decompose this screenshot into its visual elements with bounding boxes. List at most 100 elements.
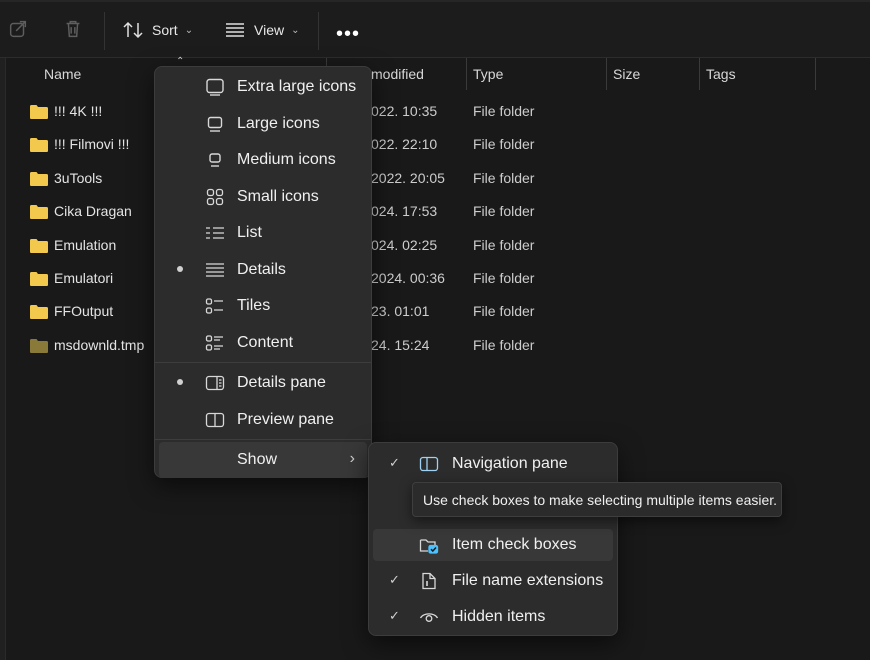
column-header-row: Name modified Type Size Tags (0, 58, 870, 90)
column-divider[interactable] (815, 58, 816, 90)
navigation-pane-icon (419, 455, 439, 473)
menu-item-label: Medium icons (237, 151, 336, 168)
menu-item-large-icons[interactable]: Large icons (159, 106, 367, 142)
menu-separator (155, 362, 371, 363)
submenu-item-file-name-extensions[interactable]: ✓ File name extensions (373, 565, 613, 597)
preview-pane-icon (205, 411, 225, 429)
submenu-item-label: Navigation pane (452, 455, 568, 472)
file-name: Emulatori (54, 270, 114, 286)
file-row[interactable]: Emulation 024. 02:25 File folder (20, 229, 820, 262)
menu-item-list[interactable]: List (159, 215, 367, 251)
file-type: File folder (473, 136, 535, 153)
menu-item-content[interactable]: Content (159, 325, 367, 361)
column-size[interactable]: Size (613, 66, 640, 82)
menu-item-show[interactable]: Show › (159, 442, 367, 478)
large-icons-icon (205, 115, 225, 133)
view-button[interactable]: View ⌄ (224, 14, 299, 46)
menu-item-tiles[interactable]: Tiles (159, 288, 367, 324)
share-icon[interactable] (7, 18, 31, 42)
file-row[interactable]: Emulatori 2024. 00:36 File folder (20, 262, 820, 295)
file-name: 3uTools (54, 169, 103, 186)
toolbar-top-edge (0, 0, 870, 2)
file-row[interactable]: !!! Filmovi !!! 022. 22:10 File folder (20, 128, 820, 161)
checkmark-icon: ✓ (389, 455, 400, 470)
tooltip: Use check boxes to make selecting multip… (412, 482, 782, 517)
menu-item-extra-large-icons[interactable]: Extra large icons (159, 69, 367, 105)
menu-item-label: List (237, 224, 262, 241)
submenu-item-label: File name extensions (452, 572, 604, 589)
submenu-item-navigation-pane[interactable]: ✓ Navigation pane (373, 448, 613, 480)
content-icon (205, 334, 225, 352)
file-name: !!! 4K !!! (54, 103, 103, 119)
column-divider[interactable] (466, 58, 467, 90)
chevron-down-icon: ⌄ (291, 24, 300, 36)
column-date-modified[interactable]: modified (371, 66, 424, 82)
selected-dot-icon (177, 265, 183, 272)
selected-dot-icon (177, 379, 183, 385)
file-date-modified: 23. 01:01 (371, 303, 430, 320)
hidden-items-icon (419, 608, 439, 626)
file-date-modified: 2022. 20:05 (371, 169, 445, 186)
submenu-item-label: Hidden items (452, 608, 546, 625)
file-row[interactable]: msdownld.tmp 24. 15:24 File folder (20, 329, 820, 362)
file-name: msdownld.tmp (54, 336, 145, 353)
sort-icon (123, 21, 143, 39)
details-pane-icon (205, 374, 225, 392)
file-date-modified: 2024. 00:36 (371, 270, 445, 286)
menu-item-details[interactable]: Details (159, 252, 367, 288)
file-row[interactable]: FFOutput 23. 01:01 File folder (20, 295, 820, 328)
folder-icon (30, 138, 48, 153)
column-divider[interactable] (606, 58, 607, 90)
file-row[interactable]: !!! 4K !!! 022. 10:35 File folder (20, 95, 820, 128)
file-type: File folder (473, 336, 535, 353)
file-type: File folder (473, 236, 535, 253)
medium-icons-icon (205, 151, 225, 169)
delete-icon[interactable] (62, 18, 86, 42)
menu-item-label: Tiles (237, 297, 271, 314)
toolbar-separator (104, 12, 105, 50)
chevron-down-icon: ⌄ (184, 24, 194, 36)
menu-item-label: Extra large icons (237, 78, 357, 95)
menu-item-preview-pane[interactable]: Preview pane (159, 402, 367, 438)
file-type: File folder (473, 270, 535, 286)
more-options-button[interactable]: ••• (336, 23, 360, 46)
file-type: File folder (473, 103, 535, 119)
menu-item-details-pane[interactable]: Details pane (159, 365, 367, 401)
folder-icon (30, 305, 48, 320)
file-name: !!! Filmovi !!! (54, 136, 130, 153)
column-name[interactable]: Name (44, 66, 81, 82)
show-submenu: ✓ Navigation pane Item check boxes ✓ File na… (368, 442, 618, 636)
details-icon (205, 261, 225, 279)
file-name: Cika Dragan (54, 203, 132, 220)
sort-button[interactable]: Sort ⌄ (122, 14, 193, 46)
file-type: File folder (473, 203, 535, 220)
menu-item-label: Small icons (237, 187, 319, 205)
column-divider[interactable] (699, 58, 700, 90)
checkmark-icon: ✓ (389, 572, 400, 587)
file-name-extensions-icon (419, 572, 439, 590)
file-date-modified: 022. 22:10 (371, 136, 438, 153)
submenu-item-item-check-boxes[interactable]: Item check boxes (373, 529, 613, 561)
folder-icon (30, 272, 48, 286)
submenu-item-hidden-items[interactable]: ✓ Hidden items (373, 601, 613, 633)
folder-icon (30, 105, 48, 119)
file-row[interactable]: 3uTools 2022. 20:05 File folder (20, 162, 820, 195)
tiles-icon (205, 297, 225, 315)
toolbar: Sort ⌄ View ⌄ ••• (0, 0, 870, 58)
menu-item-small-icons[interactable]: Small icons (159, 179, 367, 215)
file-date-modified: 24. 15:24 (371, 336, 430, 353)
file-type: File folder (473, 169, 535, 186)
menu-item-medium-icons[interactable]: Medium icons (159, 142, 367, 178)
list-icon (205, 224, 225, 242)
item-check-boxes-icon (419, 536, 439, 554)
chevron-right-icon: › (349, 450, 355, 467)
folder-icon (30, 171, 48, 186)
submenu-item-label: Item check boxes (452, 536, 577, 553)
menu-item-label: Details (237, 260, 286, 278)
file-row[interactable]: Cika Dragan 024. 17:53 File folder (20, 195, 820, 228)
file-name: Emulation (54, 236, 117, 253)
file-date-modified: 024. 02:25 (371, 236, 438, 253)
column-type[interactable]: Type (473, 66, 503, 82)
column-tags[interactable]: Tags (706, 66, 736, 82)
view-label: View (254, 22, 285, 38)
